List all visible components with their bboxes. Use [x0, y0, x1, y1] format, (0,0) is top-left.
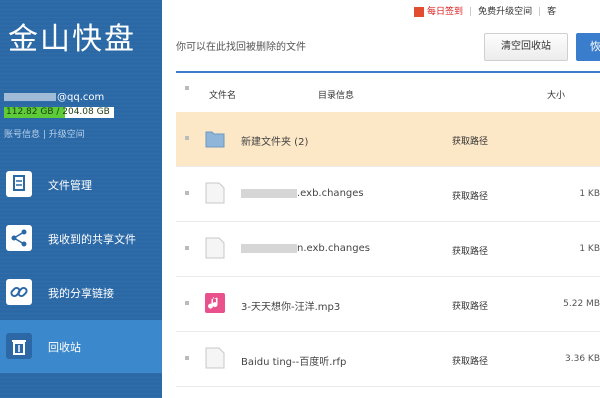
get-path-link[interactable]: 获取路径: [452, 244, 488, 257]
table-row[interactable]: n.exb.changes 获取路径 1 KB: [176, 222, 600, 277]
row-checkbox[interactable]: [185, 301, 189, 305]
file-name[interactable]: 新建文件夹 (2): [241, 133, 308, 148]
table-header: 文件名 目录信息 大小: [176, 80, 600, 108]
daily-checkin-link[interactable]: 每日签到: [427, 7, 463, 17]
upgrade-space-link[interactable]: 升级空间: [49, 130, 85, 140]
app-logo: 金山快盘: [8, 22, 136, 57]
file-icon: [205, 237, 225, 259]
email-suffix: @qq.com: [57, 92, 105, 103]
row-checkbox[interactable]: [185, 136, 189, 140]
row-checkbox[interactable]: [185, 246, 189, 250]
trash-icon: [6, 333, 32, 359]
table-row[interactable]: 新建文件夹 (2) 获取路径: [176, 112, 600, 167]
select-all-checkbox[interactable]: [185, 86, 189, 90]
free-upgrade-link[interactable]: 免费升级空间: [478, 7, 532, 17]
gift-icon: [414, 6, 424, 17]
recycle-hint: 你可以在此找回被删除的文件: [176, 42, 306, 53]
get-path-link[interactable]: 获取路径: [452, 134, 488, 147]
name-redacted: [241, 243, 297, 253]
file-name[interactable]: Baidu ting--百度听.rfp: [241, 353, 346, 368]
share-icon: [6, 225, 32, 251]
quota-bar: 112.82 GB / 204.08 GB: [4, 107, 114, 118]
sidebar: 金山快盘 @qq.com 112.82 GB / 204.08 GB 账号信息 …: [0, 0, 162, 398]
row-checkbox[interactable]: [185, 356, 189, 360]
account-info-link[interactable]: 账号信息: [4, 130, 40, 140]
get-path-link[interactable]: 获取路径: [452, 354, 488, 367]
nav-label-my-share-links: 我的分享链接: [48, 287, 114, 300]
file-icon: [205, 182, 225, 204]
file-name[interactable]: 3-天天想你-汪洋.mp3: [241, 298, 340, 313]
table-row[interactable]: 3-天天想你-汪洋.mp3 获取路径 5.22 MB: [176, 277, 600, 332]
get-path-link[interactable]: 获取路径: [452, 299, 488, 312]
quota-text: 112.82 GB / 204.08 GB: [6, 107, 110, 117]
file-name[interactable]: n.exb.changes: [241, 243, 370, 254]
column-name[interactable]: 文件名: [209, 88, 236, 101]
nav-my-share-links[interactable]: 我的分享链接: [0, 266, 162, 319]
nav-file-manage[interactable]: 文件管理: [0, 158, 162, 211]
table-row[interactable]: Baidu ting--百度听.rfp 获取路径 3.36 KB: [176, 332, 600, 387]
file-size: 1 KB: [579, 244, 600, 254]
nav-received-shares[interactable]: 我收到的共享文件: [0, 212, 162, 265]
restore-button[interactable]: 恢: [576, 33, 600, 61]
file-name[interactable]: .exb.changes: [241, 188, 364, 199]
file-size: 5.22 MB: [563, 299, 600, 309]
music-file-icon: [205, 292, 225, 314]
account-links: 账号信息 | 升级空间: [4, 130, 85, 140]
link-icon: [6, 279, 32, 305]
get-path-link[interactable]: 获取路径: [452, 189, 488, 202]
account-email: @qq.com: [4, 92, 104, 103]
file-size: 3.36 KB: [565, 354, 600, 364]
file-icon: [205, 347, 225, 369]
nav-label-recycle-bin: 回收站: [48, 341, 81, 354]
column-size[interactable]: 大小: [547, 88, 565, 101]
nav-recycle-bin[interactable]: 回收站: [0, 320, 162, 373]
more-link[interactable]: 客: [547, 7, 556, 17]
file-size: 1 KB: [579, 189, 600, 199]
column-path: 目录信息: [318, 91, 355, 101]
file-manage-icon: [6, 171, 32, 197]
email-redacted: [4, 93, 56, 101]
folder-icon: [205, 127, 225, 149]
name-redacted: [241, 188, 297, 198]
row-checkbox[interactable]: [185, 191, 189, 195]
clear-recycle-bin-button[interactable]: 清空回收站: [484, 33, 568, 61]
top-links: 每日签到 | 免费升级空间 | 客: [414, 4, 556, 17]
nav-label-received-shares: 我收到的共享文件: [48, 233, 136, 246]
nav-label-file-manage: 文件管理: [48, 179, 92, 192]
table-row[interactable]: .exb.changes 获取路径 1 KB: [176, 167, 600, 222]
header-divider: [176, 71, 600, 73]
